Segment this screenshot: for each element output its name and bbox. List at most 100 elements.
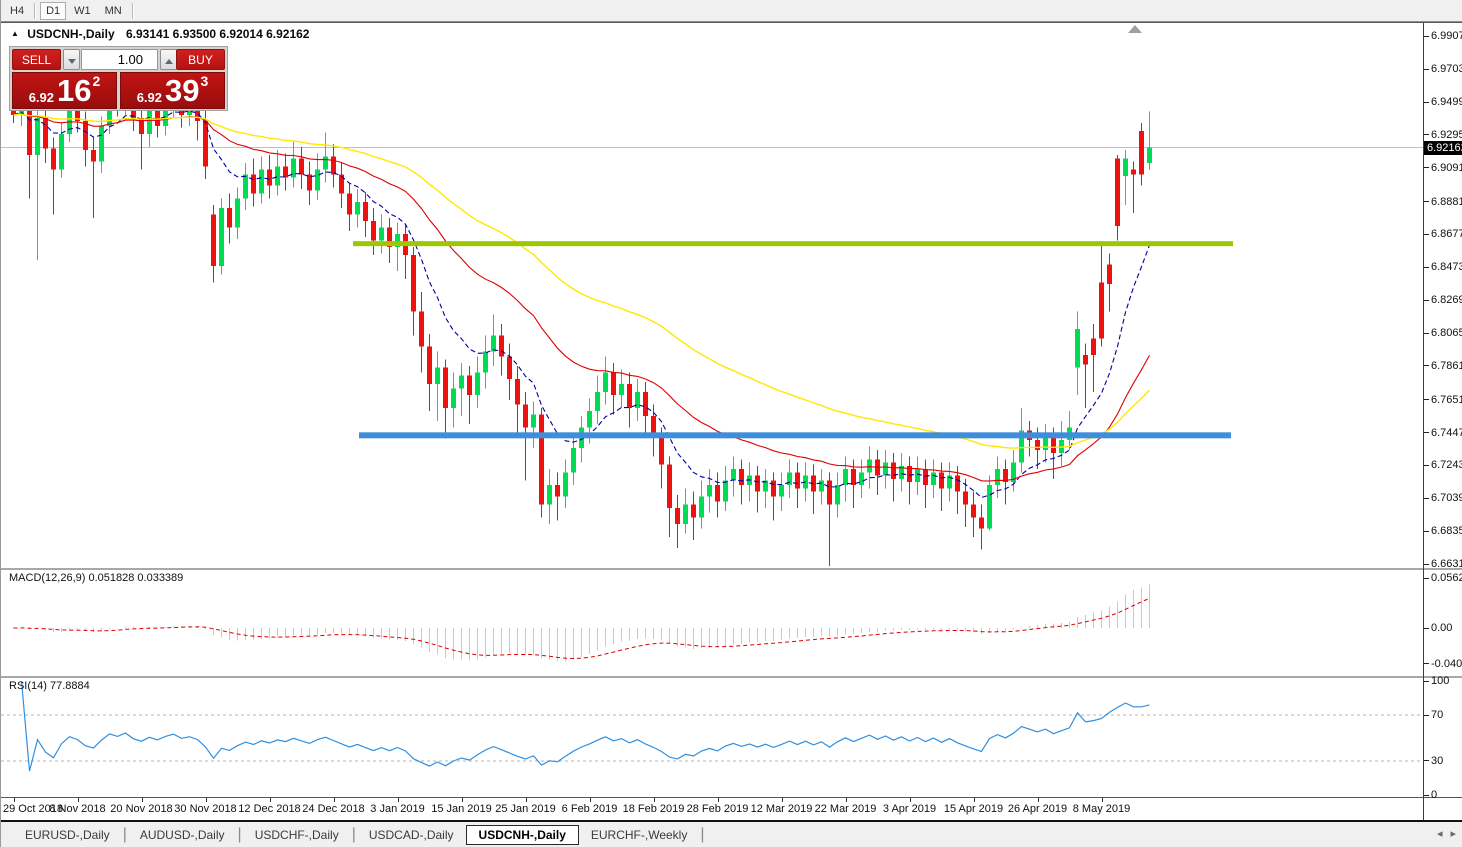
macd-axis-label: 0.00: [1431, 622, 1453, 634]
tab-scroll-left-icon[interactable]: ◂: [1437, 828, 1443, 840]
chart-tab-eurusd-daily[interactable]: EURUSD-,Daily: [13, 825, 122, 845]
timeframe-button-h4[interactable]: H4: [4, 2, 30, 20]
tab-separator: |: [237, 825, 242, 843]
price-axis-label: 6.68350: [1431, 525, 1462, 538]
volume-increase-button[interactable]: [160, 49, 177, 70]
date-axis-tick: [525, 798, 527, 802]
rsi-axis-label: 30: [1431, 754, 1444, 767]
price-axis-tick: [1424, 299, 1429, 301]
chart-symbol-period: USDCNH-,Daily: [27, 27, 115, 41]
date-axis-tick: [269, 798, 271, 802]
price-axis-tick: [1424, 167, 1429, 169]
price-axis-label: 6.70390: [1431, 492, 1462, 505]
date-axis-tick: [909, 798, 911, 802]
pane-separator[interactable]: [1, 568, 1462, 570]
date-label: 8 May 2019: [1072, 803, 1131, 815]
date-axis-tick: [77, 798, 79, 802]
rsi-axis-tick: [1424, 794, 1429, 796]
date-axis-tick: [205, 798, 207, 802]
timeframe-button-mn[interactable]: MN: [99, 2, 128, 20]
timeframe-button-d1[interactable]: D1: [40, 1, 67, 20]
timeframe-button-w1[interactable]: W1: [68, 2, 97, 20]
price-axis-tick: [1424, 530, 1429, 532]
date-axis-tick: [1101, 798, 1103, 802]
macd-axis-tick: [1424, 663, 1429, 665]
chart-title: ▲ USDCNH-,Daily 6.93141 6.93500 6.92014 …: [11, 27, 309, 41]
price-axis-tick: [1424, 233, 1429, 235]
price-axis-label: 6.99070: [1431, 30, 1462, 43]
price-axis-label: 6.92950: [1431, 128, 1462, 141]
price-axis-label: 6.72430: [1431, 459, 1462, 472]
volume-decrease-button[interactable]: [63, 49, 80, 70]
buy-price-box[interactable]: 6.92 39 3: [120, 72, 225, 109]
buy-price-fraction: 3: [200, 73, 209, 89]
buy-price-main: 6.92: [136, 90, 163, 105]
price-axis-tick: [1424, 365, 1429, 367]
date-axis-tick: [653, 798, 655, 802]
date-axis-tick: [1037, 798, 1039, 802]
price-axis-tick: [1424, 432, 1429, 434]
rsi-axis-tick: [1424, 714, 1429, 716]
chart-tab-usdcnh-daily[interactable]: USDCNH-,Daily: [465, 824, 579, 845]
rsi-line: [20, 680, 1150, 772]
sell-price-fraction: 2: [92, 73, 101, 89]
macd-axis-label: 0.056211: [1431, 572, 1462, 585]
chart-tab-audusd-daily[interactable]: AUDUSD-,Daily: [128, 825, 237, 845]
price-axis-tick: [1424, 563, 1429, 565]
tab-separator: |: [351, 825, 356, 843]
triangle-up-icon: [164, 59, 173, 64]
price-axis-label: 6.78610: [1431, 359, 1462, 372]
current-price-badge: 6.92162: [1424, 140, 1462, 155]
date-axis-tick: [141, 798, 143, 802]
price-axis-tick: [1424, 35, 1429, 37]
sell-price-pips: 16: [57, 73, 92, 108]
pane-separator[interactable]: [1, 676, 1462, 678]
price-axis-label: 6.94990: [1431, 96, 1462, 109]
toolbar-separator: [34, 2, 37, 19]
rsi-indicator-pane[interactable]: [1, 678, 1423, 797]
chart-tab-eurchf-weekly[interactable]: EURCHF-,Weekly: [579, 825, 699, 845]
price-axis-tick: [1424, 134, 1429, 136]
chart-ohlc-values: 6.93141 6.93500 6.92014 6.92162: [125, 27, 310, 41]
price-axis-label: 6.97030: [1431, 63, 1462, 76]
price-axis-tick: [1424, 68, 1429, 70]
collapse-panel-icon[interactable]: ▲: [11, 29, 19, 38]
rsi-axis-tick: [1424, 760, 1429, 762]
sell-price-box[interactable]: 6.92 16 2: [12, 72, 117, 109]
price-axis-label: 6.84730: [1431, 261, 1462, 274]
tab-separator: |: [122, 825, 127, 843]
date-axis-tick: [973, 798, 975, 802]
price-axis-label: 6.90910: [1431, 161, 1462, 174]
chart-tab-usdcad-daily[interactable]: USDCAD-,Daily: [357, 825, 466, 845]
price-axis-label: 6.88810: [1431, 195, 1462, 208]
sell-button[interactable]: SELL: [12, 49, 61, 70]
date-axis-tick: [781, 798, 783, 802]
volume-input[interactable]: [81, 49, 158, 70]
buy-price-pips: 39: [165, 73, 200, 108]
rsi-axis-tick: [1424, 680, 1429, 682]
price-axis-label: 6.74470: [1431, 426, 1462, 439]
date-axis-tick: [397, 798, 399, 802]
support-line: [359, 432, 1231, 439]
date-axis-tick: [589, 798, 591, 802]
price-axis-label: 6.66310: [1431, 558, 1462, 570]
price-axis-label: 6.82690: [1431, 294, 1462, 307]
date-axis-tick: [461, 798, 463, 802]
buy-button[interactable]: BUY: [176, 49, 225, 70]
moving-average-60: [13, 113, 1151, 449]
date-axis-tick: [333, 798, 335, 802]
price-axis-tick: [1424, 399, 1429, 401]
tab-scroll-right-icon[interactable]: ▸: [1450, 828, 1456, 840]
macd-indicator-pane[interactable]: [1, 570, 1423, 676]
price-axis-label: 6.76510: [1431, 393, 1462, 406]
triangle-down-icon: [67, 59, 76, 64]
tab-scroll-arrows: ◂ ▸: [1429, 827, 1456, 840]
date-axis-tick: [717, 798, 719, 802]
rsi-axis-label: 100: [1431, 675, 1450, 687]
tab-separator: |: [700, 825, 705, 843]
price-axis-tick: [1424, 201, 1429, 203]
chart-tab-usdchf-daily[interactable]: USDCHF-,Daily: [243, 825, 351, 845]
chart-shift-marker-icon: [1128, 25, 1142, 33]
timeframe-toolbar: H4 D1 W1 MN: [1, 0, 1462, 22]
price-axis-label: 6.80650: [1431, 327, 1462, 340]
